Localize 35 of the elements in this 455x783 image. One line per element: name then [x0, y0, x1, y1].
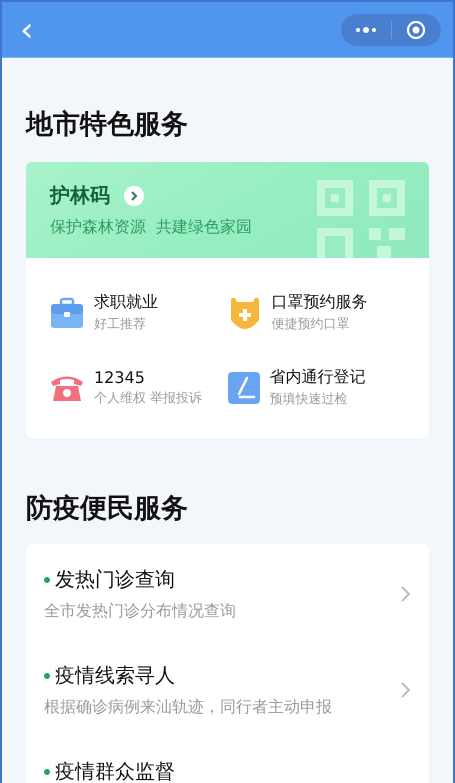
item-title: 疫情群众监督 — [55, 758, 175, 783]
service-title: 口罩预约服务 — [272, 292, 368, 313]
service-title: 12345 — [94, 368, 146, 387]
service-subtitle: 便捷预约口罩 — [272, 316, 350, 333]
banner[interactable]: 护林码 保护森林资源 共建绿色家园 — [26, 162, 429, 258]
banner-subtitle: 保护森林资源 共建绿色家园 — [50, 217, 252, 238]
list-item[interactable]: 疫情群众监督 — [44, 758, 411, 783]
service-item[interactable]: 省内通行登记 预填快速过检 — [228, 367, 405, 408]
service-item[interactable]: 12345 个人维权 举报投诉 — [50, 367, 228, 408]
service-item[interactable]: 求职就业 好工推荐 — [50, 292, 228, 333]
service-item[interactable]: 口罩预约服务 便捷预约口罩 — [228, 292, 405, 333]
item-title: 疫情线索寻人 — [55, 662, 175, 689]
service-title: 求职就业 — [94, 292, 158, 313]
close-target-icon[interactable] — [406, 20, 426, 40]
bullet-dot — [44, 672, 50, 678]
chevron-circle-icon — [124, 186, 144, 206]
bullet-dot — [44, 768, 50, 774]
banner-title: 护林码 — [50, 182, 110, 209]
pen-icon — [228, 372, 260, 404]
service-subtitle: 个人维权 举报投诉 — [94, 390, 202, 407]
more-icon[interactable] — [354, 26, 377, 34]
section-title: 防疫便民服务 — [26, 492, 189, 526]
service-subtitle: 好工推荐 — [94, 316, 147, 333]
list-item[interactable]: 发热门诊查询 全市发热门诊分布情况查询 — [44, 566, 411, 622]
item-title: 发热门诊查询 — [55, 566, 175, 593]
chevron-right-icon — [401, 586, 411, 602]
item-subtitle: 根据确诊病例来汕轨迹，同行者主动申报 — [44, 697, 332, 718]
briefcase-icon — [50, 296, 84, 330]
list-item[interactable]: 疫情线索寻人 根据确诊病例来汕轨迹，同行者主动申报 — [44, 662, 411, 718]
section-title: 地市特色服务 — [26, 108, 189, 142]
chevron-right-icon — [401, 682, 411, 698]
bullet-dot — [44, 576, 50, 582]
service-title: 省内通行登记 — [270, 367, 366, 388]
item-subtitle: 全市发热门诊分布情况查询 — [44, 601, 236, 622]
service-subtitle: 预填快速过检 — [270, 391, 348, 408]
